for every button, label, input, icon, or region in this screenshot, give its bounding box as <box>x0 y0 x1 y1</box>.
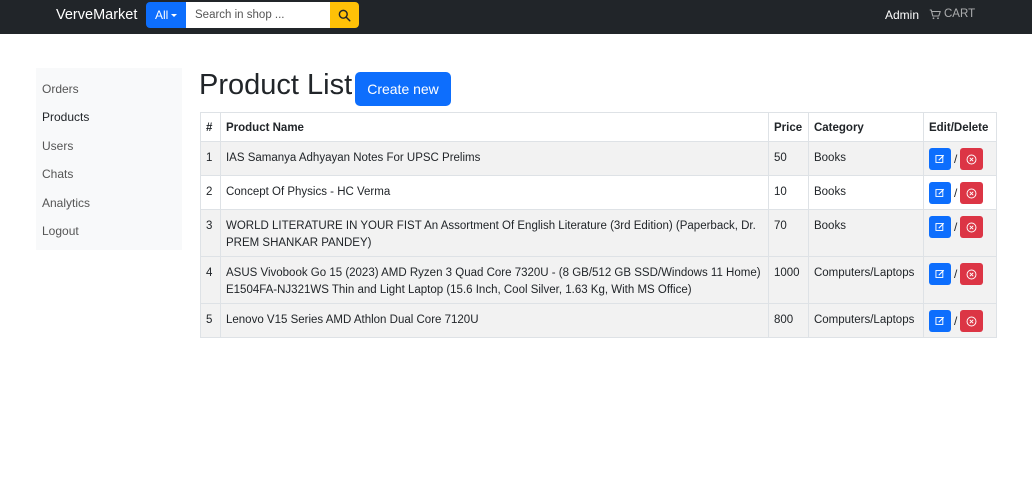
edit-button[interactable] <box>928 148 951 170</box>
product-name: Concept Of Physics - HC Verma <box>219 175 770 210</box>
delete-button[interactable] <box>960 182 984 204</box>
admin-sidebar: Orders Products Users Chats Analytics Lo… <box>36 68 182 250</box>
page-title: Product List <box>199 69 353 101</box>
action-separator: / <box>953 266 958 281</box>
row-number: 2 <box>200 175 221 210</box>
search-input[interactable] <box>186 2 330 28</box>
edit-button[interactable] <box>928 263 951 285</box>
table-row: 4 ASUS Vivobook Go 15 (2023) AMD Ryzen 3… <box>200 256 998 304</box>
row-number: 1 <box>200 141 221 176</box>
table-header-row: # Product Name Price Category Edit/Delet… <box>200 112 998 142</box>
row-actions: / <box>922 303 998 338</box>
delete-button[interactable] <box>960 148 984 170</box>
header-product-name: Product Name <box>219 112 770 142</box>
action-separator: / <box>953 151 958 166</box>
top-navbar: VerveMarket All Admin CART <box>0 0 1032 34</box>
row-number: 3 <box>200 209 221 257</box>
sidebar-item-orders[interactable]: Orders <box>42 82 79 96</box>
row-number: 5 <box>200 303 221 338</box>
row-actions: / <box>922 209 998 257</box>
delete-button[interactable] <box>960 216 984 238</box>
product-name: Lenovo V15 Series AMD Athlon Dual Core 7… <box>219 303 770 338</box>
sidebar-item-users[interactable]: Users <box>42 139 73 153</box>
table-row: 2 Concept Of Physics - HC Verma 10 Books… <box>200 175 998 210</box>
admin-user-link[interactable]: Admin <box>885 8 919 22</box>
product-category: Computers/Laptops <box>807 303 924 338</box>
edit-icon <box>935 316 945 325</box>
cart-icon <box>929 8 941 19</box>
product-name: IAS Samanya Adhyayan Notes For UPSC Prel… <box>219 141 770 176</box>
search-button[interactable] <box>330 2 359 28</box>
row-number: 4 <box>200 256 221 304</box>
edit-icon <box>935 222 945 231</box>
delete-icon <box>966 188 977 198</box>
create-new-button[interactable]: Create new <box>355 72 451 106</box>
product-category: Books <box>807 175 924 210</box>
edit-button[interactable] <box>928 182 951 204</box>
cart-link[interactable]: CART <box>929 8 975 20</box>
header-edit-delete: Edit/Delete <box>922 112 998 142</box>
product-price: 1000 <box>768 256 809 304</box>
table-row: 3 WORLD LITERATURE IN YOUR FIST An Assor… <box>200 209 998 257</box>
caret-down-icon <box>171 13 178 17</box>
header-category: Category <box>807 112 924 142</box>
delete-icon <box>966 222 977 232</box>
row-actions: / <box>922 175 998 210</box>
edit-icon <box>935 188 945 197</box>
product-table: # Product Name Price Category Edit/Delet… <box>200 112 998 338</box>
delete-icon <box>966 269 977 279</box>
delete-button[interactable] <box>960 263 984 285</box>
sidebar-item-logout[interactable]: Logout <box>42 224 79 238</box>
sidebar-item-products[interactable]: Products <box>42 110 89 124</box>
product-name: ASUS Vivobook Go 15 (2023) AMD Ryzen 3 Q… <box>219 256 770 304</box>
action-separator: / <box>953 185 958 200</box>
product-price: 70 <box>768 209 809 257</box>
search-icon <box>338 9 351 22</box>
product-price: 10 <box>768 175 809 210</box>
product-category: Books <box>807 209 924 257</box>
table-row: 1 IAS Samanya Adhyayan Notes For UPSC Pr… <box>200 141 998 176</box>
product-price: 50 <box>768 141 809 176</box>
edit-button[interactable] <box>928 310 951 332</box>
action-separator: / <box>953 219 958 234</box>
row-actions: / <box>922 256 998 304</box>
delete-button[interactable] <box>960 310 984 332</box>
sidebar-item-analytics[interactable]: Analytics <box>42 196 90 210</box>
row-actions: / <box>922 141 998 176</box>
product-category: Computers/Laptops <box>807 256 924 304</box>
sidebar-item-chats[interactable]: Chats <box>42 167 73 181</box>
header-price: Price <box>768 112 809 142</box>
edit-button[interactable] <box>928 216 951 238</box>
brand-logo[interactable]: VerveMarket <box>56 7 137 23</box>
category-dropdown-label: All <box>155 8 169 22</box>
table-row: 5 Lenovo V15 Series AMD Athlon Dual Core… <box>200 303 998 338</box>
product-category: Books <box>807 141 924 176</box>
product-price: 800 <box>768 303 809 338</box>
delete-icon <box>966 154 977 164</box>
delete-icon <box>966 316 977 326</box>
edit-icon <box>935 154 945 163</box>
edit-icon <box>935 269 945 278</box>
header-number: # <box>200 112 221 142</box>
action-separator: / <box>953 313 958 328</box>
cart-label: CART <box>944 8 976 20</box>
category-dropdown[interactable]: All <box>146 2 186 28</box>
product-name: WORLD LITERATURE IN YOUR FIST An Assortm… <box>219 209 770 257</box>
